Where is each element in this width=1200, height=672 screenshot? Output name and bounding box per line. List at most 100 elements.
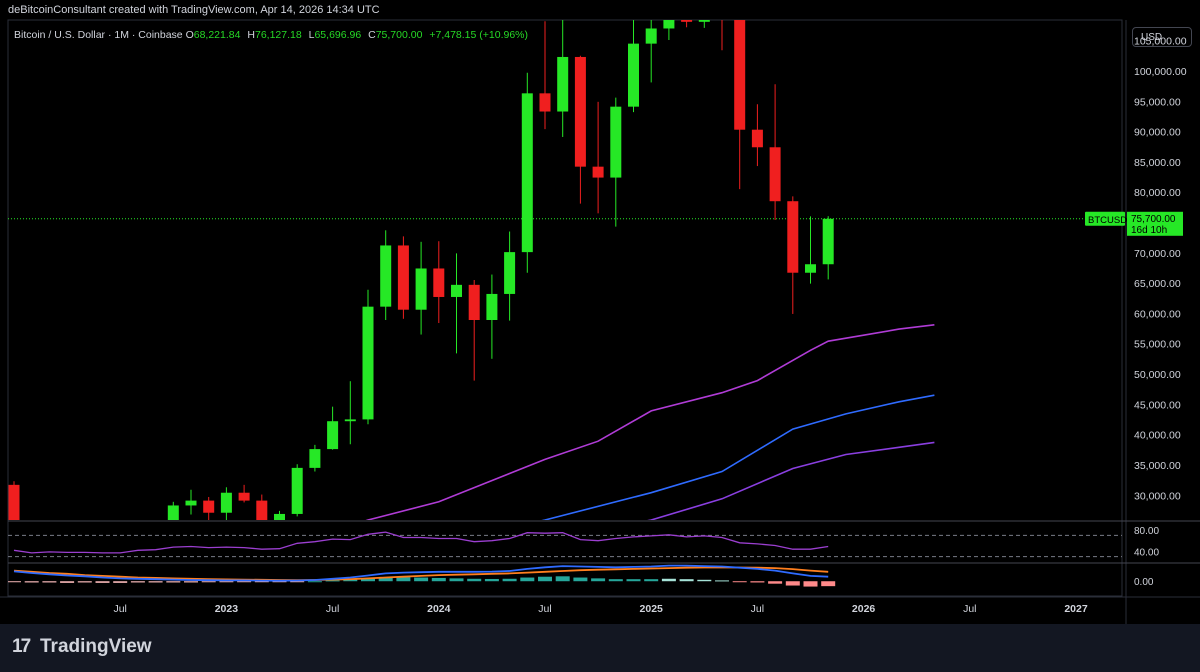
- candle: [592, 101, 604, 214]
- candle: [167, 501, 179, 520]
- y-tick-label: 50,000.00: [1134, 369, 1181, 381]
- candle: [415, 241, 427, 335]
- x-tick-label: Jul: [751, 603, 764, 615]
- candle: [805, 216, 816, 284]
- candle-body: [415, 268, 427, 310]
- chart-svg[interactable]: 30,000.00 35,000.00 40,000.00 45,000.00 50,0…: [0, 0, 1200, 624]
- candle: [486, 274, 498, 359]
- macd-histogram-bar: [555, 576, 570, 582]
- candle-body: [592, 166, 604, 178]
- low-value: 65,696.96: [314, 29, 362, 41]
- macd-histogram-bar: [732, 581, 747, 583]
- brand-name: TradingView: [40, 636, 152, 657]
- y-tick-label: 85,000.00: [1134, 157, 1181, 169]
- macd-histogram-bar: [201, 581, 216, 583]
- candle-body: [822, 218, 834, 265]
- macd-histogram-bar: [113, 581, 128, 583]
- candle-body: [291, 467, 303, 514]
- price-tag-countdown: 16d 10h: [1131, 225, 1167, 236]
- candle: [574, 55, 586, 204]
- candle-body: [150, 538, 161, 539]
- macd-histogram-bar: [166, 581, 181, 583]
- price-tag-value: 75,700.00: [1131, 214, 1176, 225]
- candle-body: [769, 147, 781, 202]
- macd-histogram-bar: [449, 578, 464, 582]
- y-tick-label: 100,000.00: [1134, 66, 1187, 78]
- close-label: C: [368, 29, 376, 41]
- candle: [62, 539, 73, 567]
- candle: [327, 406, 339, 450]
- macd-histogram-bar: [60, 581, 75, 583]
- candle-body: [610, 106, 622, 178]
- candle-body: [380, 245, 392, 307]
- x-tick-label: Jul: [113, 603, 126, 615]
- candle-body: [539, 93, 551, 112]
- macd-histogram-bar: [715, 580, 729, 582]
- currency-button[interactable]: USD: [1132, 27, 1192, 47]
- candle-body: [44, 536, 55, 556]
- candle-body: [751, 129, 763, 148]
- candle-body: [220, 492, 232, 513]
- candle-body: [717, 0, 728, 14]
- macd-histogram-bar: [750, 581, 765, 583]
- candle-body: [521, 93, 533, 253]
- x-tick-label: 2026: [852, 603, 876, 615]
- y-tick-label: 70,000.00: [1134, 248, 1181, 260]
- candle-body: [397, 245, 409, 310]
- macd-histogram-bar: [679, 579, 694, 582]
- candle: [645, 20, 657, 83]
- open-value: 68,221.84: [193, 29, 241, 41]
- change-value: +7,478.15 (+10.96%): [429, 29, 529, 41]
- macd-histogram-bar: [24, 581, 39, 583]
- candle-body: [451, 284, 462, 297]
- candle-body: [362, 306, 374, 420]
- candle-body: [681, 20, 693, 22]
- tradingview-logo[interactable]: 17 TradingView: [12, 636, 152, 658]
- candle-body: [185, 500, 197, 506]
- candle: [291, 464, 303, 517]
- macd-histogram-bar: [77, 581, 92, 583]
- y-tick-label: 95,000.00: [1134, 96, 1181, 108]
- high-value: 76,127.18: [254, 29, 302, 41]
- symbol-legend: Bitcoin / U.S. Dollar · 1M · Coinbase O6…: [14, 29, 532, 41]
- y-tick-label: 55,000.00: [1134, 339, 1181, 351]
- candle: [610, 97, 622, 227]
- candle: [256, 494, 268, 520]
- candle-body: [309, 449, 321, 468]
- candle: [203, 496, 215, 520]
- candle: [433, 241, 445, 324]
- candle: [521, 72, 533, 273]
- candle: [309, 444, 321, 472]
- candle-body: [274, 513, 285, 520]
- candle-body: [433, 268, 445, 297]
- candle: [539, 21, 551, 130]
- candle: [185, 489, 197, 515]
- x-tick-label: 2023: [215, 603, 239, 615]
- macd-histogram-bar: [520, 577, 535, 582]
- candle-body: [26, 536, 37, 557]
- y-tick-label: 65,000.00: [1134, 278, 1181, 290]
- macd-histogram-bar: [307, 581, 322, 583]
- y-tick-label: 40,000.00: [1134, 430, 1181, 442]
- macd-histogram-bar: [785, 581, 800, 586]
- x-tick-label: 2027: [1064, 603, 1088, 615]
- moving-average-line-2: [541, 394, 935, 520]
- y-tick-label: 35,000.00: [1134, 460, 1181, 472]
- candle-body: [663, 20, 675, 29]
- candle: [734, 20, 746, 190]
- candle-body: [628, 43, 639, 107]
- candle: [717, 0, 728, 51]
- candle: [344, 381, 356, 445]
- candle-body: [468, 284, 480, 320]
- candle: [380, 230, 392, 320]
- macd-tick-label: 0.00: [1134, 577, 1154, 588]
- candle: [26, 528, 37, 563]
- candle: [504, 231, 516, 321]
- macd-histogram-bar: [608, 579, 623, 582]
- candle: [628, 20, 639, 113]
- candle: [132, 533, 143, 578]
- candle-body: [344, 419, 356, 422]
- macd-histogram-bar: [626, 579, 641, 582]
- macd-histogram-bar: [768, 581, 783, 584]
- chart-window: 30,000.00 35,000.00 40,000.00 45,000.00 50,0…: [0, 0, 1200, 672]
